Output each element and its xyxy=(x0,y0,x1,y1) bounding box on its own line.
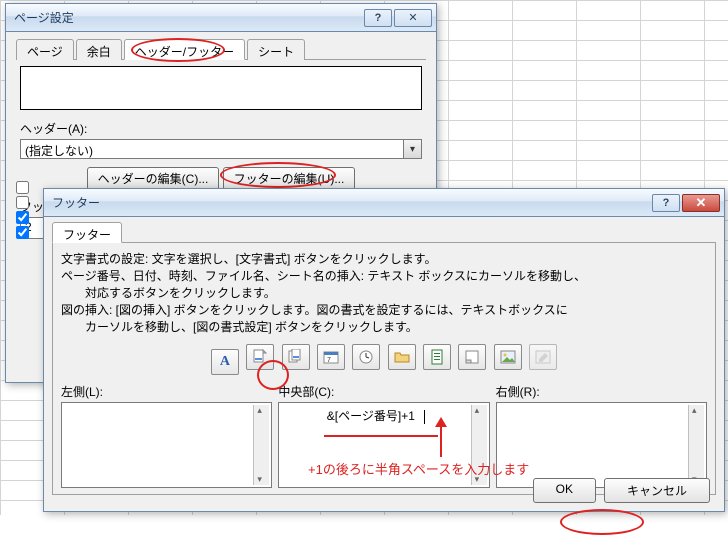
help-icon xyxy=(663,197,670,209)
instructions: 文字書式の設定: 文字を選択し、[文字書式] ボタンをクリックします。 ページ番… xyxy=(61,251,707,336)
scrollbar[interactable] xyxy=(471,405,487,485)
annotation-arrow-head xyxy=(435,417,447,427)
checkbox-4[interactable] xyxy=(16,226,29,239)
header-combo[interactable]: (指定しない) xyxy=(20,139,422,159)
right-section-label: 右側(R): xyxy=(496,383,707,400)
instruction-line: 図の挿入: [図の挿入] ボタンをクリックします。図の書式を設定するには、テキス… xyxy=(61,302,707,319)
tab-margins[interactable]: 余白 xyxy=(76,39,122,60)
header-combo-value: (指定しない) xyxy=(21,140,403,158)
date-icon[interactable]: 7 xyxy=(317,344,345,370)
close-button[interactable] xyxy=(682,194,720,212)
instruction-line: カーソルを移動し、[図の書式設定] ボタンをクリックします。 xyxy=(61,319,707,336)
close-button[interactable] xyxy=(394,9,432,27)
page-setup-tabs: ページ 余白 ヘッダー/フッター シート xyxy=(16,38,426,60)
scrollbar[interactable] xyxy=(688,405,704,485)
footer-title: フッター xyxy=(52,194,652,211)
left-section-input[interactable] xyxy=(61,402,272,488)
left-section-label: 左側(L): xyxy=(61,383,272,400)
help-button[interactable] xyxy=(364,9,392,27)
edit-header-button[interactable]: ヘッダーの編集(C)... xyxy=(87,167,220,190)
font-format-icon[interactable]: A xyxy=(211,349,239,375)
checkbox-3[interactable] xyxy=(16,211,29,224)
edit-footer-button[interactable]: フッターの編集(U)... xyxy=(223,167,356,190)
footer-toolbar: A 7 xyxy=(61,344,707,375)
footer-titlebar: フッター xyxy=(44,189,724,217)
header-preview xyxy=(20,66,422,110)
tab-sheet[interactable]: シート xyxy=(247,39,305,60)
instruction-line: ページ番号、日付、時刻、ファイル名、シート名の挿入: テキスト ボックスにカーソ… xyxy=(61,268,707,285)
help-button[interactable] xyxy=(652,194,680,212)
page-setup-title: ページ設定 xyxy=(14,9,364,26)
tab-footer[interactable]: フッター xyxy=(52,222,122,243)
center-section-label: 中央部(C): xyxy=(278,383,489,400)
file-name-icon[interactable] xyxy=(423,344,451,370)
close-icon xyxy=(696,195,707,211)
text-caret xyxy=(424,410,425,424)
footer-tabs: フッター xyxy=(52,221,716,243)
page-setup-titlebar: ページ設定 xyxy=(6,4,436,32)
checkbox-group xyxy=(16,179,33,241)
page-number-icon[interactable] xyxy=(246,344,274,370)
svg-text:7: 7 xyxy=(327,357,331,364)
close-icon xyxy=(408,11,417,24)
cancel-button[interactable]: キャンセル xyxy=(604,478,710,503)
center-section-input[interactable]: &[ページ番号]+1 xyxy=(278,402,489,488)
picture-format-icon[interactable] xyxy=(529,344,557,370)
checkbox-2[interactable] xyxy=(16,196,29,209)
ok-button[interactable]: OK xyxy=(533,478,596,503)
left-section-value xyxy=(64,405,253,485)
time-icon[interactable] xyxy=(352,344,380,370)
sheet-name-icon[interactable] xyxy=(458,344,486,370)
help-icon xyxy=(375,12,382,24)
right-section-input[interactable] xyxy=(496,402,707,488)
scrollbar[interactable] xyxy=(253,405,269,485)
instruction-line: 文字書式の設定: 文字を選択し、[文字書式] ボタンをクリックします。 xyxy=(61,251,707,268)
footer-dialog: フッター フッター 文字書式の設定: 文字を選択し、[文字書式] ボタンをクリッ… xyxy=(43,188,725,512)
checkbox-1[interactable] xyxy=(16,181,29,194)
chevron-down-icon[interactable] xyxy=(403,140,421,158)
file-path-icon[interactable] xyxy=(388,344,416,370)
insert-picture-icon[interactable] xyxy=(494,344,522,370)
tab-page[interactable]: ページ xyxy=(16,39,74,60)
tab-header-footer[interactable]: ヘッダー/フッター xyxy=(124,39,245,60)
right-section-value xyxy=(499,405,688,485)
header-label: ヘッダー(A): xyxy=(20,120,422,137)
page-count-icon[interactable] xyxy=(282,344,310,370)
instruction-line: 対応するボタンをクリックします。 xyxy=(61,285,707,302)
